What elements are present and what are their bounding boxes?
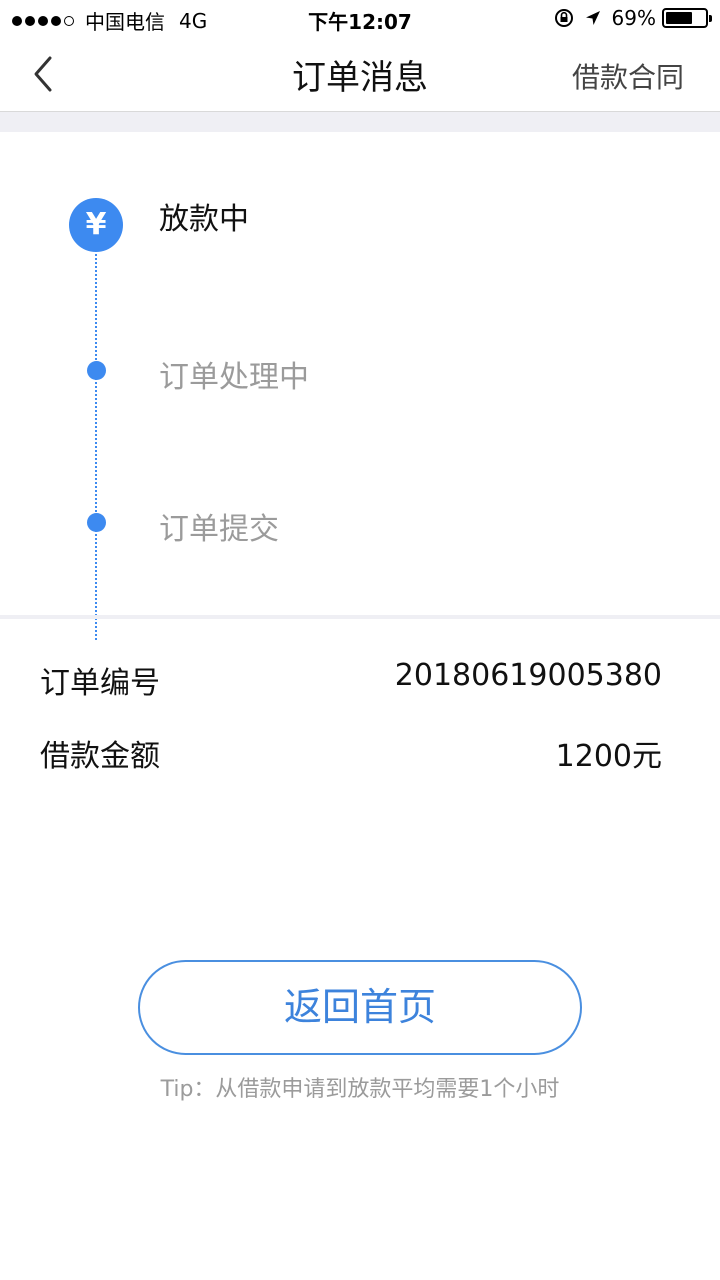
order-number-row: 订单编号 20180619005380 [40,658,662,702]
tip-text: Tip：从借款申请到放款平均需要1个小时 [160,1077,560,1102]
timeline-dot [87,361,106,380]
battery-icon [662,8,712,28]
order-number-value: 20180619005380 [394,658,662,693]
location-arrow-icon [584,9,602,27]
return-home-button[interactable]: 返回首页 [138,960,582,1055]
order-number-label: 订单编号 [40,666,160,701]
timeline-step-submitted: 订单提交 [159,512,279,547]
orientation-lock-icon [554,8,574,28]
section-separator [0,112,720,132]
timeline-step-processing: 订单处理中 [159,360,309,395]
order-progress-timeline: ¥ 放款中 订单处理中 订单提交 [0,132,720,640]
loan-amount-value: 1200元 [555,739,662,774]
status-bar: 中国电信 4G 下午12:07 69% [0,0,720,36]
loan-amount-label: 借款金额 [40,739,160,774]
timeline-connector [95,250,97,640]
timeline-dot [87,513,106,532]
status-right: 69% [554,6,712,30]
loan-contract-link[interactable]: 借款合同 [572,56,684,96]
section-divider [0,615,720,619]
timeline-step-disbursing: 放款中 [159,202,249,237]
navigation-bar: 订单消息 借款合同 [0,36,720,112]
battery-percent: 69% [611,6,656,30]
loan-amount-row: 借款金额 1200元 [40,731,662,775]
yuan-icon: ¥ [69,198,123,252]
